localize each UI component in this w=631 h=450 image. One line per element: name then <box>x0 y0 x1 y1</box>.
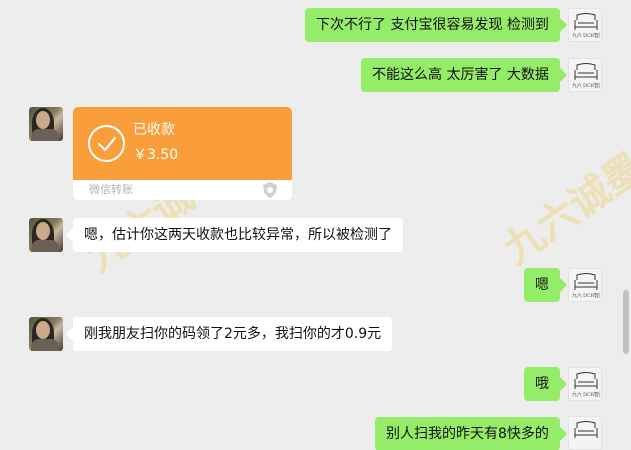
message-text: 下次不行了 支付宝很容易发现 检测到 <box>316 17 549 33</box>
avatar-self[interactable]: 九六 DCR智盈 <box>568 8 602 42</box>
sofa-icon <box>574 421 598 438</box>
sofa-icon <box>574 63 598 80</box>
message-bubble-self[interactable]: 嗯 <box>524 268 560 302</box>
message-bubble-self[interactable]: 哦 <box>524 367 560 401</box>
message-bubble-other[interactable]: 嗯，估计你这两天收款也比较异常，所以被检测了 <box>73 218 403 252</box>
message-text: 刚我朋友扫你的码领了2元多，我扫你的才0.9元 <box>84 326 382 342</box>
avatar-self[interactable]: 九六 DCR智盈 <box>568 268 602 302</box>
message-bubble-self[interactable]: 不能这么高 太厉害了 大数据 <box>361 58 560 92</box>
sofa-icon <box>574 13 598 30</box>
avatar-other[interactable] <box>29 107 63 141</box>
avatar-signature: 九六 DCR智盈 <box>572 33 600 39</box>
message-bubble-other[interactable]: 刚我朋友扫你的码领了2元多，我扫你的才0.9元 <box>73 317 393 351</box>
transfer-amount: ￥3.50 <box>133 147 179 163</box>
scrollbar[interactable] <box>621 0 631 450</box>
watermark-right: 九六诚墨商 <box>495 121 631 274</box>
transfer-card-footer: 微信转账 <box>73 180 292 200</box>
chat-window: 九六诚 九六诚墨商 下次不行了 支付宝很容易发现 检测到 九六 DCR智盈 不能… <box>0 0 631 450</box>
avatar-self[interactable] <box>568 416 602 450</box>
wechat-pay-shield-icon <box>263 182 277 198</box>
sofa-icon <box>574 372 598 389</box>
transfer-status: 已收款 <box>133 122 175 138</box>
message-text: 哦 <box>535 376 549 392</box>
transfer-card[interactable]: 已收款 ￥3.50 微信转账 <box>73 107 292 200</box>
avatar-other[interactable] <box>29 218 63 252</box>
scrollbar-thumb[interactable] <box>623 290 629 354</box>
sofa-icon <box>574 273 598 290</box>
avatar-signature: 九六 DCR智盈 <box>572 293 600 299</box>
transfer-label: 微信转账 <box>89 183 133 196</box>
transfer-card-header: 已收款 ￥3.50 <box>73 107 292 180</box>
message-text: 嗯，估计你这两天收款也比较异常，所以被检测了 <box>84 227 392 243</box>
message-text: 不能这么高 太厉害了 大数据 <box>372 67 549 83</box>
avatar-signature: 九六 DCR智盈 <box>572 83 600 89</box>
message-text: 别人扫我的昨天有8快多的 <box>386 426 549 442</box>
avatar-self[interactable]: 九六 DCR智盈 <box>568 367 602 401</box>
avatar-self[interactable]: 九六 DCR智盈 <box>568 58 602 92</box>
message-text: 嗯 <box>535 277 549 293</box>
message-bubble-self[interactable]: 下次不行了 支付宝很容易发现 检测到 <box>305 8 560 42</box>
check-circle-icon <box>88 125 125 162</box>
avatar-other[interactable] <box>29 317 63 351</box>
avatar-signature: 九六 DCR智盈 <box>572 392 600 398</box>
message-bubble-self[interactable]: 别人扫我的昨天有8快多的 <box>375 417 560 450</box>
